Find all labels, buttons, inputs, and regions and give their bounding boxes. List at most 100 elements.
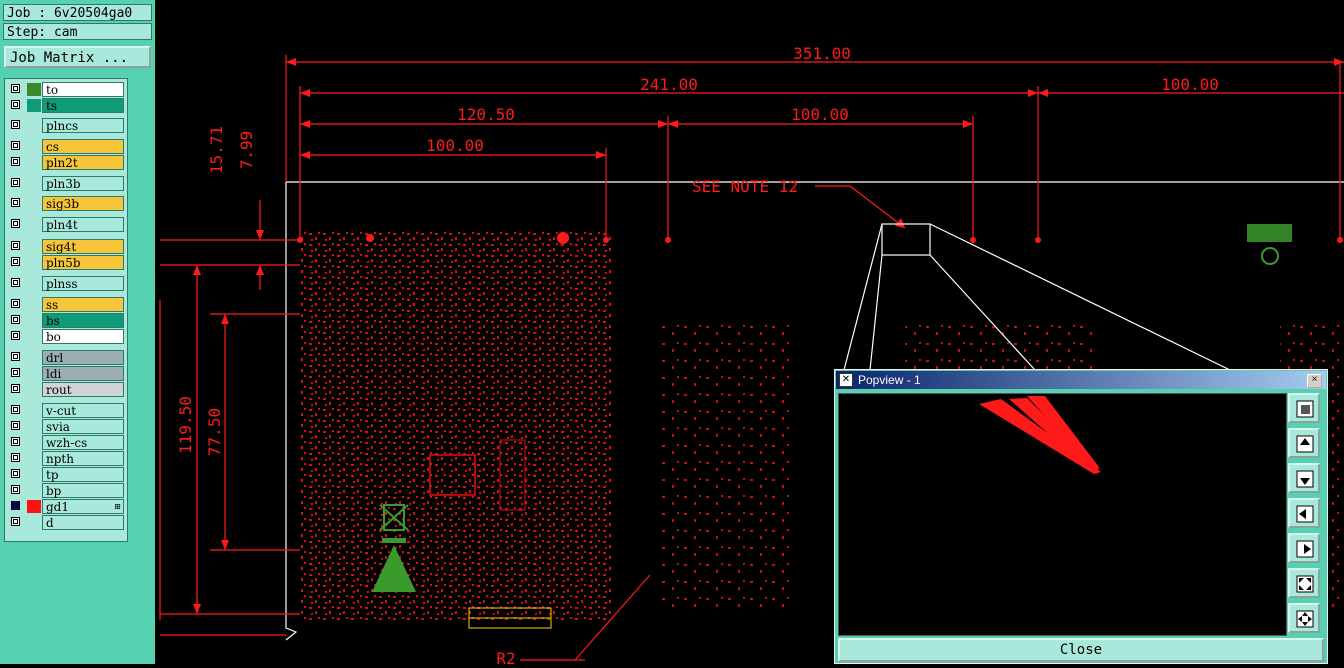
layer-color-swatch[interactable] bbox=[27, 83, 41, 96]
job-matrix-button[interactable]: Job Matrix ... bbox=[4, 46, 151, 68]
layer-visibility-checkbox[interactable] bbox=[11, 157, 20, 166]
layer-row-v-cut[interactable]: v-cut bbox=[8, 403, 126, 418]
layer-name-label[interactable]: bs bbox=[42, 313, 124, 328]
layer-visibility-checkbox[interactable] bbox=[11, 485, 20, 494]
layer-name-label[interactable]: cs bbox=[42, 139, 124, 154]
layer-row-plncs[interactable]: plncs bbox=[8, 118, 126, 133]
layer-name-label[interactable]: sig4t bbox=[42, 239, 124, 254]
layer-visibility-checkbox[interactable] bbox=[11, 198, 20, 207]
layer-row-tp[interactable]: tp bbox=[8, 467, 126, 482]
layer-visibility-checkbox[interactable] bbox=[11, 331, 20, 340]
layer-name-label[interactable]: bp bbox=[42, 483, 124, 498]
layer-visibility-checkbox[interactable] bbox=[11, 178, 20, 187]
layer-visibility-checkbox[interactable] bbox=[11, 384, 20, 393]
popview-pan-down-button[interactable] bbox=[1288, 463, 1320, 493]
layer-name-label[interactable]: gd1 ⊞ bbox=[42, 499, 124, 514]
popview-zoom-out-button[interactable] bbox=[1288, 603, 1320, 633]
layer-name-label[interactable]: tp bbox=[42, 467, 124, 482]
layer-row-bo[interactable]: bo bbox=[8, 329, 126, 344]
layer-expand-icon[interactable]: ⊞ bbox=[114, 503, 121, 511]
layer-name-label[interactable]: plncs bbox=[42, 118, 124, 133]
layer-name-label[interactable]: wzh-cs bbox=[42, 435, 124, 450]
layer-visibility-checkbox[interactable] bbox=[11, 141, 20, 150]
layer-row-gd1[interactable]: gd1 ⊞ bbox=[8, 499, 126, 514]
popview-pan-left-button[interactable] bbox=[1288, 498, 1320, 528]
layer-row-sig4t[interactable]: sig4t bbox=[8, 239, 126, 254]
layer-row-d[interactable]: d bbox=[8, 515, 126, 530]
popview-preview[interactable] bbox=[838, 393, 1287, 636]
layer-row-sig3b[interactable]: sig3b bbox=[8, 196, 126, 211]
layer-name-label[interactable]: to bbox=[42, 82, 124, 97]
layer-visibility-checkbox[interactable] bbox=[11, 469, 20, 478]
layer-visibility-checkbox[interactable] bbox=[11, 368, 20, 377]
popview-zoom-fit-button[interactable] bbox=[1288, 393, 1320, 423]
layer-list-scroll-area[interactable] bbox=[128, 78, 152, 540]
layer-list: to ts plncs cs pln2t pln3b sig3b pln4t sig4t pln5… bbox=[4, 78, 128, 542]
layer-visibility-checkbox[interactable] bbox=[11, 453, 20, 462]
layer-row-ts[interactable]: ts bbox=[8, 98, 126, 113]
dim-100-mid: 100.00 bbox=[791, 105, 849, 124]
layer-color-swatch[interactable] bbox=[27, 500, 41, 513]
layer-row-pln2t[interactable]: pln2t bbox=[8, 155, 126, 170]
layer-row-plnss[interactable]: plnss bbox=[8, 276, 126, 291]
layer-name-label[interactable]: plnss bbox=[42, 276, 124, 291]
layer-name-label[interactable]: pln3b bbox=[42, 176, 124, 191]
layer-row-ss[interactable]: ss bbox=[8, 297, 126, 312]
layer-visibility-checkbox[interactable] bbox=[11, 100, 20, 109]
layer-visibility-checkbox[interactable] bbox=[11, 517, 20, 526]
layer-visibility-checkbox[interactable] bbox=[11, 278, 20, 287]
layer-name-label[interactable]: ldi bbox=[42, 366, 124, 381]
layer-name-label[interactable]: drl bbox=[42, 350, 124, 365]
layer-visibility-checkbox[interactable] bbox=[11, 315, 20, 324]
layer-visibility-checkbox[interactable] bbox=[11, 84, 20, 93]
layer-row-drl[interactable]: drl bbox=[8, 350, 126, 365]
layer-row-pln5b[interactable]: pln5b bbox=[8, 255, 126, 270]
layer-name-label[interactable]: svia bbox=[42, 419, 124, 434]
layer-name-label[interactable]: ts bbox=[42, 98, 124, 113]
layer-visibility-checkbox[interactable] bbox=[11, 501, 20, 510]
pan-right-icon bbox=[1296, 540, 1314, 558]
layer-name-label[interactable]: bo bbox=[42, 329, 124, 344]
dim-351: 351.00 bbox=[793, 44, 851, 63]
layer-visibility-checkbox[interactable] bbox=[11, 437, 20, 446]
popview-close-button[interactable]: Close bbox=[838, 638, 1324, 662]
layer-name-label[interactable]: pln4t bbox=[42, 217, 124, 232]
layer-visibility-checkbox[interactable] bbox=[11, 352, 20, 361]
popview-pan-right-button[interactable] bbox=[1288, 533, 1320, 563]
layer-row-rout[interactable]: rout bbox=[8, 382, 126, 397]
layer-visibility-checkbox[interactable] bbox=[11, 299, 20, 308]
layer-row-bp[interactable]: bp bbox=[8, 483, 126, 498]
layer-row-bs[interactable]: bs bbox=[8, 313, 126, 328]
layer-row-cs[interactable]: cs bbox=[8, 139, 126, 154]
layer-name-label[interactable]: sig3b bbox=[42, 196, 124, 211]
dim-120: 120.50 bbox=[457, 105, 515, 124]
layer-name-label[interactable]: pln5b bbox=[42, 255, 124, 270]
layer-row-npth[interactable]: npth bbox=[8, 451, 126, 466]
layer-visibility-checkbox[interactable] bbox=[11, 421, 20, 430]
layer-row-svia[interactable]: svia bbox=[8, 419, 126, 434]
popview-zoom-in-button[interactable] bbox=[1288, 568, 1320, 598]
layer-color-swatch[interactable] bbox=[27, 99, 41, 112]
layer-visibility-checkbox[interactable] bbox=[11, 257, 20, 266]
window-close-x-button[interactable]: × bbox=[1307, 374, 1322, 388]
layer-row-pln4t[interactable]: pln4t bbox=[8, 217, 126, 232]
layer-name-label[interactable]: rout bbox=[42, 382, 124, 397]
layer-name-label[interactable]: ss bbox=[42, 297, 124, 312]
layer-visibility-checkbox[interactable] bbox=[11, 241, 20, 250]
layer-row-ldi[interactable]: ldi bbox=[8, 366, 126, 381]
layer-name-label[interactable]: d bbox=[42, 515, 124, 530]
layer-row-wzh-cs[interactable]: wzh-cs bbox=[8, 435, 126, 450]
layer-visibility-checkbox[interactable] bbox=[11, 120, 20, 129]
popview-titlebar[interactable]: ✕ Popview - 1 × bbox=[836, 371, 1326, 389]
layer-row-to[interactable]: to bbox=[8, 82, 126, 97]
layer-visibility-checkbox[interactable] bbox=[11, 405, 20, 414]
layer-name-label[interactable]: pln2t bbox=[42, 155, 124, 170]
radius-label: R2 bbox=[496, 649, 515, 664]
layer-visibility-checkbox[interactable] bbox=[11, 219, 20, 228]
layer-row-pln3b[interactable]: pln3b bbox=[8, 176, 126, 191]
popview-pan-up-button[interactable] bbox=[1288, 428, 1320, 458]
pan-down-icon bbox=[1296, 470, 1314, 488]
window-icon: ✕ bbox=[839, 373, 853, 387]
layer-name-label[interactable]: npth bbox=[42, 451, 124, 466]
layer-name-label[interactable]: v-cut bbox=[42, 403, 124, 418]
